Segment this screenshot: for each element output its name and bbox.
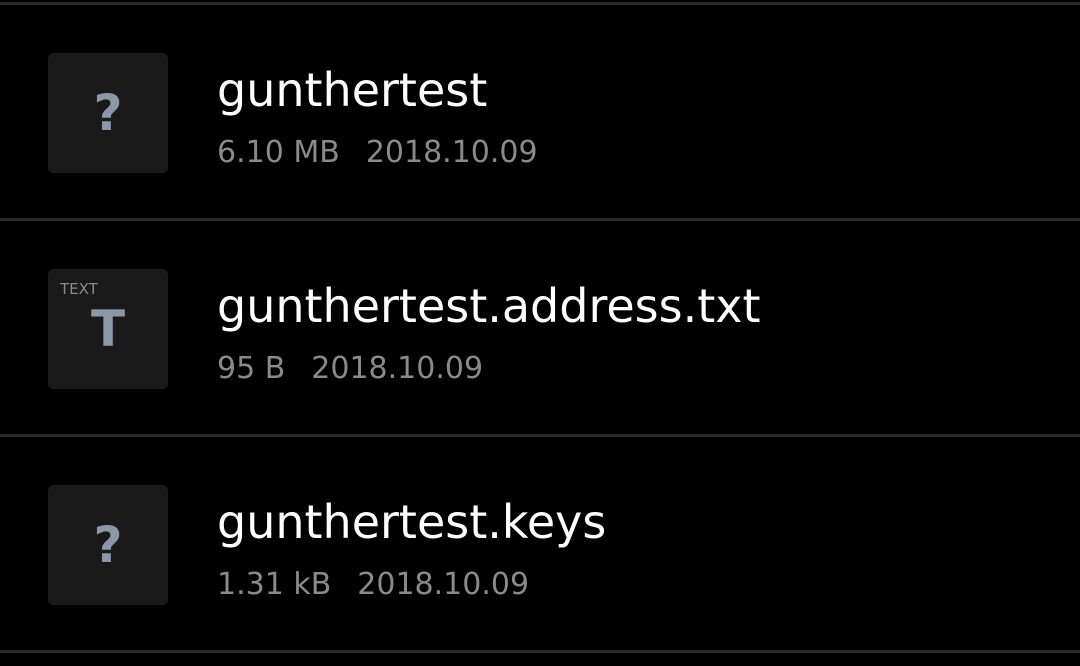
unknown-file-icon: ? <box>48 53 168 173</box>
file-date: 2018.10.09 <box>365 135 538 170</box>
file-date: 2018.10.09 <box>311 351 484 386</box>
file-type-label: TEXT <box>60 280 98 298</box>
file-size: 1.31 kB <box>217 567 332 602</box>
file-list-item[interactable]: ? gunthertest.keys 1.31 kB 2018.10.09 <box>0 435 1080 648</box>
file-name: gunthertest.keys <box>217 495 607 549</box>
file-meta: 1.31 kB 2018.10.09 <box>217 565 529 605</box>
file-date: 2018.10.09 <box>357 567 530 602</box>
file-size: 6.10 MB <box>217 135 340 170</box>
unknown-file-icon: ? <box>48 485 168 605</box>
text-file-icon: TEXT T <box>48 269 168 389</box>
file-name: gunthertest <box>217 63 488 117</box>
question-mark-glyph: ? <box>93 84 123 142</box>
question-mark-glyph: ? <box>93 516 123 574</box>
file-list-item[interactable]: TEXT T gunthertest.address.txt 95 B 2018.… <box>0 219 1080 432</box>
file-meta: 6.10 MB 2018.10.09 <box>217 133 538 173</box>
file-list-item[interactable]: ? gunthertest 6.10 MB 2018.10.09 <box>0 3 1080 216</box>
file-name: gunthertest.address.txt <box>217 279 761 333</box>
list-divider <box>0 650 1080 653</box>
file-size: 95 B <box>217 351 286 386</box>
file-meta: 95 B 2018.10.09 <box>217 349 483 389</box>
text-glyph: T <box>90 300 126 358</box>
